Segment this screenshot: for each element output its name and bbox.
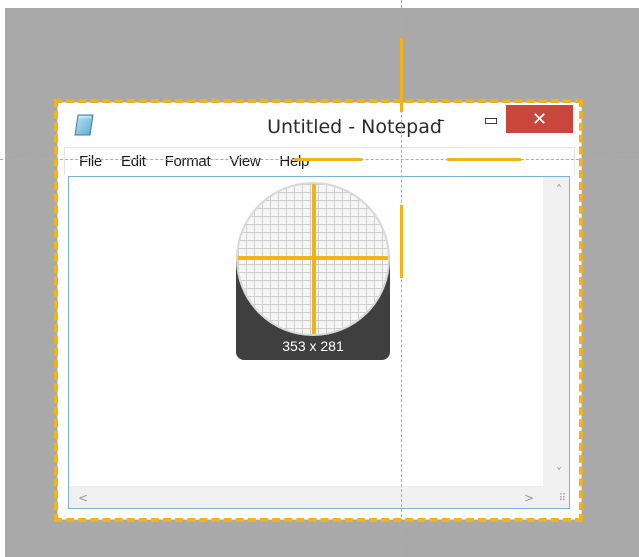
crosshair-horizontal-marker-left xyxy=(294,158,362,161)
menu-help[interactable]: Help xyxy=(279,153,309,170)
scroll-up-icon[interactable]: ˄ xyxy=(556,183,562,197)
close-icon: ✕ xyxy=(531,108,548,130)
minimize-icon: – xyxy=(437,109,445,129)
crosshair-vertical-marker-mid xyxy=(400,205,403,278)
resize-corner[interactable]: ⠿ xyxy=(543,486,569,508)
vertical-scrollbar[interactable]: ˄ ˅ xyxy=(543,177,569,486)
minimize-button[interactable]: – xyxy=(426,105,456,133)
scroll-down-icon[interactable]: ˅ xyxy=(556,466,562,480)
menu-edit[interactable]: Edit xyxy=(121,153,146,170)
scroll-right-icon[interactable]: > xyxy=(524,491,534,505)
menu-file[interactable]: File xyxy=(79,153,102,170)
magnifier-crosshair-vertical xyxy=(312,184,316,334)
horizontal-scrollbar[interactable]: < > xyxy=(69,486,543,508)
maximize-button[interactable]: ▭ xyxy=(476,105,506,133)
menu-bar: File Edit Format View Help xyxy=(64,147,575,175)
crosshair-horizontal-marker-right xyxy=(447,158,521,161)
maximize-icon: ▭ xyxy=(483,109,499,129)
close-button[interactable]: ✕ xyxy=(506,105,573,133)
menu-view[interactable]: View xyxy=(229,153,260,170)
menu-format[interactable]: Format xyxy=(165,153,211,170)
magnifier-loupe: 353 x 281 xyxy=(236,182,390,360)
crosshair-vertical-marker-top xyxy=(400,38,403,112)
capture-size-readout: 353 x 281 xyxy=(282,338,344,354)
title-bar[interactable]: Untitled - Notepad – ▭ ✕ xyxy=(58,103,581,147)
resize-grip-icon: ⠿ xyxy=(558,493,566,504)
magnifier-lens xyxy=(236,182,390,336)
scroll-left-icon[interactable]: < xyxy=(78,491,88,505)
